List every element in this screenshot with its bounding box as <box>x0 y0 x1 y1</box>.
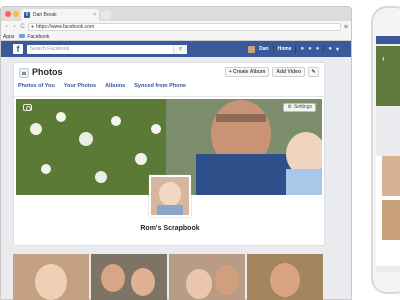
forward-button[interactable]: › <box>12 24 17 30</box>
photo-image <box>247 254 323 300</box>
minimize-window-button[interactable] <box>13 11 19 17</box>
bookmark-facebook-label: Facebook <box>27 33 50 40</box>
edit-icon[interactable]: ✎ <box>308 67 319 77</box>
create-album-button[interactable]: + Create Album <box>224 67 270 77</box>
header-right: Dan Home ● ● ● ● ▾ <box>248 45 339 53</box>
photo-thumbnail[interactable] <box>91 254 167 300</box>
address-bar-row: ‹ › C ● https://www.facebook.com ≡ <box>1 21 351 33</box>
photo-grid <box>13 254 325 300</box>
album-section: ⚙ Settings Rom's Scrapbook <box>14 97 326 245</box>
header-divider <box>295 45 297 53</box>
photo-thumbnail[interactable] <box>13 254 89 300</box>
browser-menu-button[interactable]: ≡ <box>344 24 348 31</box>
photos-content: Photos + Create Album Add Video ✎ Photos… <box>13 62 325 300</box>
phone-photo-list <box>376 156 400 266</box>
photos-tabs: Photos of You Your Photos Albums Synced … <box>18 83 186 89</box>
avatar[interactable] <box>248 45 256 53</box>
lock-icon: ● <box>31 24 35 30</box>
add-video-button[interactable]: Add Video <box>272 67 305 77</box>
album-name: Rom's Scrapbook <box>140 225 200 232</box>
photo-image <box>13 254 89 300</box>
tab-your-photos[interactable]: Your Photos <box>64 83 96 89</box>
messages-icon[interactable]: ● <box>308 46 312 52</box>
photo-image <box>169 254 245 300</box>
browser-tab[interactable]: f Dan Borak × <box>21 9 99 21</box>
tab-close-icon[interactable]: × <box>93 12 96 18</box>
facebook-logo[interactable]: f <box>13 44 23 54</box>
back-button[interactable]: ‹ <box>4 24 9 30</box>
page-title: Photos <box>32 67 63 77</box>
facebook-header: f Search Facebook ⌕ Dan Home ● ● ● ● ▾ <box>1 41 351 57</box>
facebook-favicon-icon: f <box>24 12 30 18</box>
bookmarks-bar: Apps Facebook <box>1 33 351 41</box>
phone-back-icon[interactable]: ‹ <box>382 54 385 63</box>
globe-icon[interactable]: ● <box>316 46 320 52</box>
phone-device: ‹ <box>371 6 400 294</box>
photos-card: Photos + Create Album Add Video ✎ Photos… <box>13 62 325 246</box>
photo-thumbnail[interactable] <box>247 254 323 300</box>
phone-photo[interactable] <box>382 200 400 240</box>
facebook-search-input[interactable]: Search Facebook ⌕ <box>27 44 187 54</box>
phone-screen <box>376 36 400 272</box>
header-divider <box>272 45 274 53</box>
phone-nav-bar <box>376 36 400 44</box>
phone-photo[interactable] <box>382 156 400 196</box>
friends-icon[interactable]: ● <box>300 46 304 52</box>
album-profile-photo[interactable] <box>149 175 191 217</box>
chevron-down-icon[interactable]: ▾ <box>336 46 339 53</box>
phone-cover-photo[interactable] <box>376 46 400 106</box>
photos-icon <box>19 68 29 78</box>
gear-icon: ⚙ <box>287 104 292 110</box>
photos-header: Photos + Create Album Add Video ✎ Photos… <box>14 63 324 97</box>
tab-photos-of-you[interactable]: Photos of You <box>18 83 55 89</box>
tab-title: Dan Borak <box>33 12 57 18</box>
url-text: https://www.facebook.com <box>36 24 95 30</box>
photo-thumbnail[interactable] <box>169 254 245 300</box>
home-link[interactable]: Home <box>278 46 292 52</box>
camera-icon[interactable] <box>23 104 32 111</box>
header-divider <box>323 45 325 53</box>
user-name-link[interactable]: Dan <box>259 46 268 52</box>
tab-strip: f Dan Borak × <box>1 7 351 21</box>
settings-label: Settings <box>293 104 312 110</box>
url-field[interactable]: ● https://www.facebook.com <box>28 23 341 31</box>
settings-button[interactable]: ⚙ Settings <box>283 103 316 112</box>
search-placeholder: Search Facebook <box>30 46 70 52</box>
baby-photo-image <box>151 177 189 215</box>
bookmark-apps[interactable]: Apps <box>3 34 14 40</box>
screen: f Dan Borak × ‹ › C ● https://www.facebo… <box>0 0 400 300</box>
lock-menu-icon[interactable]: ● <box>328 46 332 52</box>
new-tab-button[interactable] <box>101 11 111 19</box>
tab-albums[interactable]: Albums <box>105 83 125 89</box>
tab-synced-from-phone[interactable]: Synced from Phone <box>134 83 186 89</box>
bookmark-facebook[interactable]: Facebook <box>19 34 49 40</box>
folder-icon <box>19 34 26 39</box>
search-icon[interactable]: ⌕ <box>173 44 187 54</box>
reload-button[interactable]: C <box>20 24 25 30</box>
photo-image <box>91 254 167 300</box>
header-buttons: + Create Album Add Video ✎ <box>224 67 319 77</box>
close-window-button[interactable] <box>5 11 11 17</box>
